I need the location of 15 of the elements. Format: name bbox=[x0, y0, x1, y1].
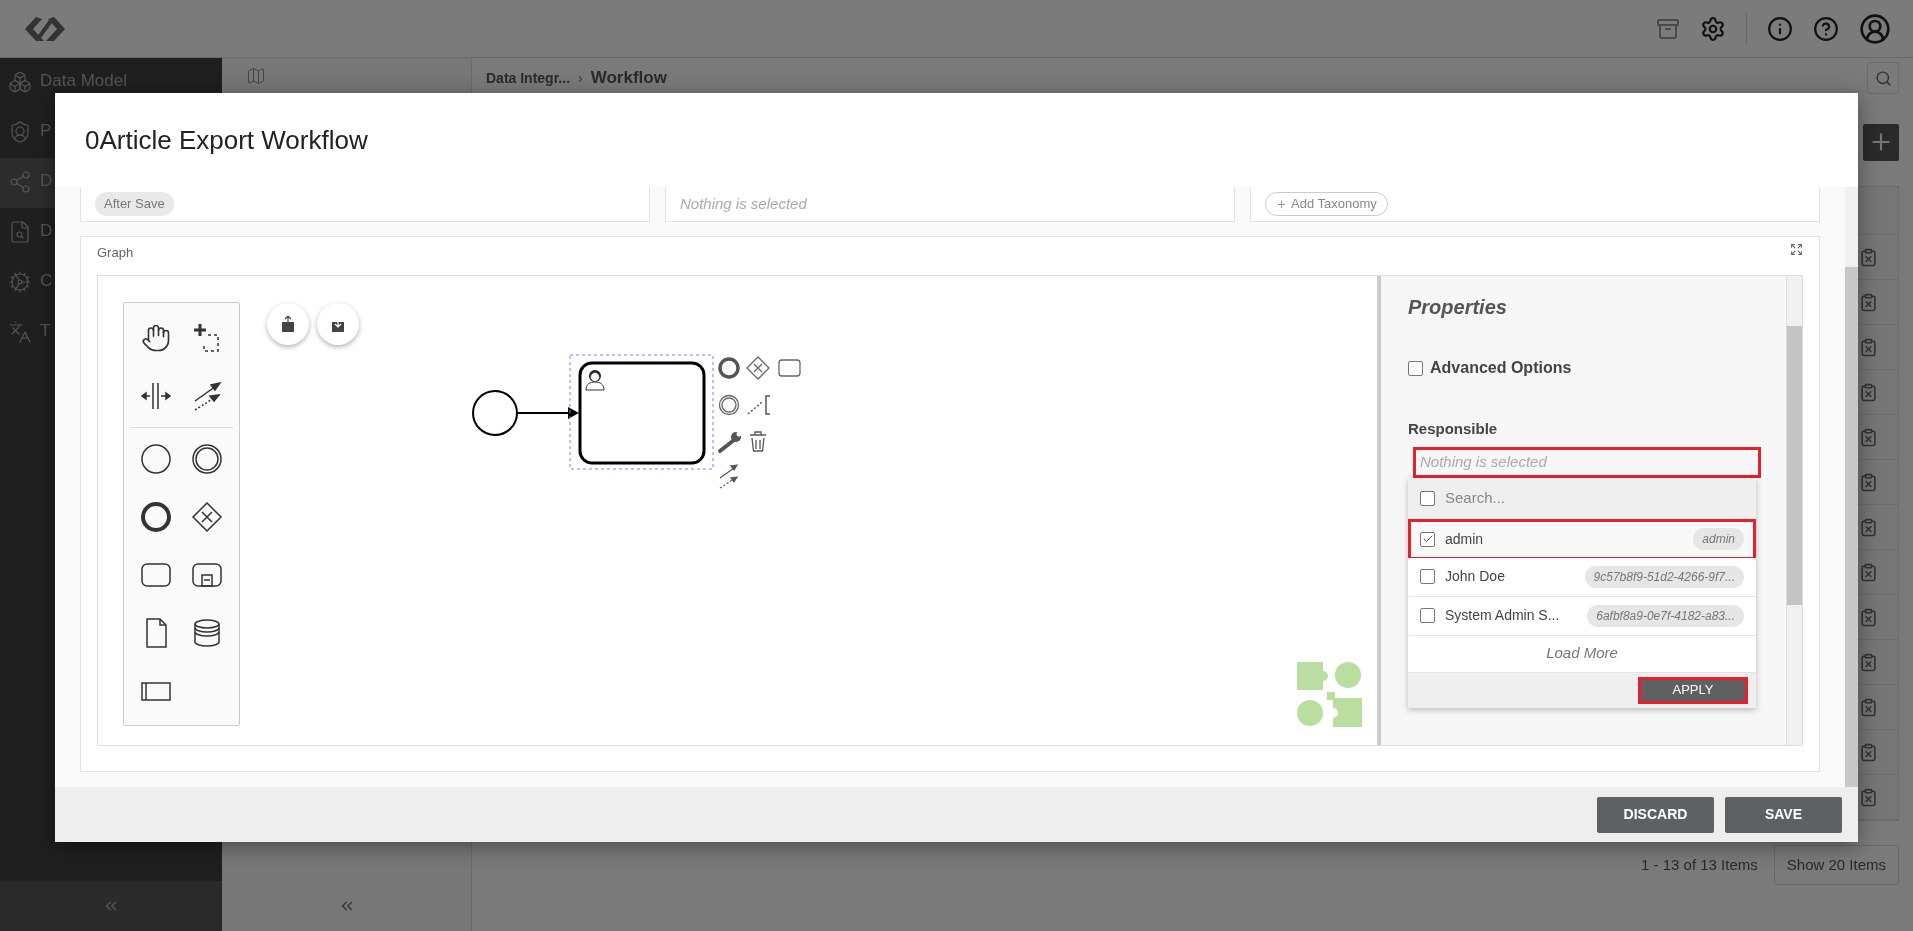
user-id-tag: 9c57b8f9-51d2-4266-9f7... bbox=[1584, 565, 1744, 588]
properties-title: Properties bbox=[1408, 295, 1508, 320]
graph-label: Graph bbox=[97, 244, 134, 262]
user-id-tag: 6afbf8a9-0e7f-4182-a83... bbox=[1587, 604, 1744, 627]
trigger-tag: After Save bbox=[95, 192, 174, 216]
pagination-summary: 1 - 13 of 13 Items bbox=[1641, 854, 1758, 875]
user-name: System Admin S... bbox=[1445, 606, 1560, 625]
user-name: admin bbox=[1445, 529, 1484, 549]
dialog-title: 0Article Export Workflow bbox=[85, 123, 368, 157]
checkbox-label: Advanced Options bbox=[1430, 358, 1572, 378]
field-label: Responsible bbox=[1408, 419, 1499, 439]
dropdown-menu: Search... admin admin John Doe 9c57b8f9-51d2-4266-9f7... System Admin S... 6afbf8a9-0e7f-4182-a83... Load More APPLY bbox=[1408, 477, 1756, 708]
breadcrumb-separator: › bbox=[578, 68, 583, 88]
user-id-tag: admin bbox=[1693, 528, 1744, 550]
user-name: John Doe bbox=[1445, 567, 1505, 586]
